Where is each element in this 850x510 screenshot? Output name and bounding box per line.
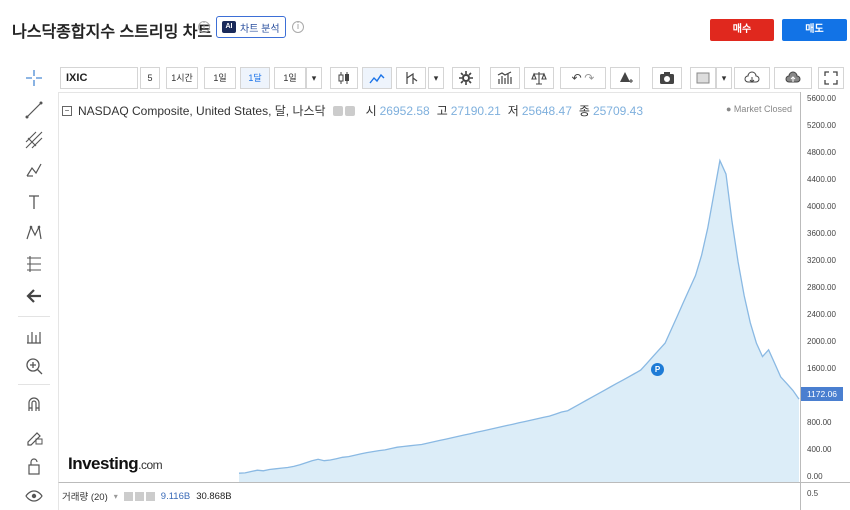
price-axis-tick: 400.00 — [807, 445, 832, 455]
pattern-icon[interactable] — [20, 221, 48, 245]
brush-icon[interactable] — [20, 158, 48, 182]
price-axis-tick: 4400.00 — [807, 174, 836, 184]
legend-tool-icons[interactable] — [332, 105, 355, 116]
camera-icon[interactable] — [652, 67, 682, 89]
price-axis-tick: 5600.00 — [807, 93, 836, 103]
high-value: 27190.21 — [450, 103, 501, 118]
ai-badge: AI — [222, 21, 236, 33]
undo-icon[interactable]: ↶ — [572, 71, 582, 85]
logo-main: Investing — [68, 454, 139, 473]
symbol-input[interactable]: IXIC — [60, 67, 138, 89]
page-title: 나스닥종합지수 스트리밍 차트 — [12, 24, 213, 41]
settings-gear-icon[interactable] — [452, 67, 480, 89]
chart-toolbar: IXIC 5 1시간 1일 1달 1일 ▾ ▾ ↶ ↷ ▾ — [58, 66, 848, 90]
chart-analysis-button[interactable]: AI 차트 분석 — [216, 16, 286, 38]
volume-value-1: 9.116B — [160, 490, 191, 502]
price-area-fill — [239, 160, 799, 483]
undo-redo-group: ↶ ↷ — [560, 67, 606, 89]
chevron-down-icon[interactable]: ▾ — [306, 67, 322, 89]
price-axis[interactable]: 5600.00 5200.00 4800.00 4400.00 4000.00 3600.… — [800, 92, 850, 482]
volume-axis: 0.5 — [800, 482, 850, 510]
indicator-icon[interactable] — [396, 67, 426, 89]
info-icon[interactable]: i — [292, 21, 304, 33]
high-label: 고 — [436, 104, 448, 118]
lock-drawing-icon[interactable] — [20, 424, 48, 448]
close-label: 종 — [578, 104, 590, 118]
collapse-icon[interactable]: − — [62, 105, 72, 116]
buy-button[interactable]: 매수 — [710, 19, 774, 41]
chart-legend: − NASDAQ Composite, United States, 달, 나스… — [62, 102, 643, 119]
cloud-download-icon[interactable] — [734, 67, 770, 89]
price-chart[interactable] — [58, 92, 801, 483]
interval-1h-button[interactable]: 1시간 — [166, 67, 198, 89]
volume-label: 거래량 (20) — [62, 492, 108, 503]
compare-scale-icon[interactable] — [524, 67, 554, 89]
open-value: 26952.58 — [379, 103, 430, 118]
investing-logo: Investing.com — [68, 454, 163, 474]
price-axis-tick: 2400.00 — [807, 310, 836, 320]
pitchfork-icon[interactable] — [20, 128, 48, 152]
price-axis-tick: 4800.00 — [807, 147, 836, 157]
price-axis-tick: 4000.00 — [807, 201, 836, 211]
price-axis-tick: 5200.00 — [807, 120, 836, 130]
chevron-down-icon[interactable]: ▾ — [428, 67, 444, 89]
interval-5-button[interactable]: 5 — [140, 67, 160, 89]
divider — [18, 316, 50, 317]
area-chart-icon[interactable] — [362, 67, 392, 89]
bar-volume-icon[interactable] — [490, 67, 520, 89]
logo-suffix: .com — [138, 458, 163, 472]
fullscreen-icon[interactable] — [818, 67, 844, 89]
back-arrow-icon[interactable] — [20, 284, 48, 308]
zoom-in-icon[interactable] — [20, 354, 48, 378]
drawing-toolbar — [14, 66, 54, 510]
price-axis-tick: 3200.00 — [807, 255, 836, 265]
price-area-chart[interactable] — [59, 93, 801, 483]
price-axis-tick: 800.00 — [807, 418, 832, 428]
chevron-down-icon[interactable]: ▾ — [114, 492, 118, 501]
fibonacci-icon[interactable] — [20, 252, 48, 276]
chart-analysis-label: 차트 분석 — [240, 23, 280, 35]
volume-legend: 거래량 (20) ▾ 9.116B 30.868B — [62, 489, 232, 504]
info-icon[interactable]: i — [198, 21, 210, 33]
trend-line-icon[interactable] — [20, 98, 48, 122]
low-value: 25648.47 — [521, 103, 572, 118]
eye-icon[interactable] — [20, 484, 48, 508]
last-price-label: 1172.06 — [801, 387, 843, 401]
volume-axis-tick: 0.5 — [807, 489, 819, 498]
divider — [18, 384, 50, 385]
open-label: 시 — [365, 104, 377, 118]
interval-1mo-button[interactable]: 1달 — [240, 67, 270, 89]
layout-icon[interactable] — [690, 67, 716, 89]
cloud-upload-icon[interactable] — [774, 67, 812, 89]
interval-select-button[interactable]: 1일 — [274, 67, 306, 89]
candlestick-icon[interactable] — [330, 67, 358, 89]
page-header: 나스닥종합지수 스트리밍 차트 i AI 차트 분석 i 매수 매도 — [0, 0, 850, 56]
market-status: ● Market Closed — [726, 104, 792, 114]
price-axis-tick: 1600.00 — [807, 364, 836, 374]
text-tool-icon[interactable] — [20, 190, 48, 214]
low-label: 저 — [507, 104, 519, 118]
chevron-down-icon[interactable]: ▾ — [716, 67, 732, 89]
volume-tool-icons[interactable] — [123, 491, 155, 501]
alert-add-icon[interactable] — [610, 67, 640, 89]
price-axis-tick: 2800.00 — [807, 283, 836, 292]
redo-icon[interactable]: ↷ — [584, 71, 594, 85]
event-marker[interactable]: P — [651, 363, 664, 376]
price-axis-tick: 0.00 — [807, 472, 823, 482]
measure-icon[interactable] — [20, 324, 48, 348]
price-axis-tick: 2000.00 — [807, 337, 836, 347]
close-value: 25709.43 — [592, 103, 644, 118]
legend-title: NASDAQ Composite, United States, 달, 나스닥 — [78, 104, 326, 118]
sell-button[interactable]: 매도 — [782, 19, 847, 41]
unlock-icon[interactable] — [20, 454, 48, 478]
price-axis-tick: 3600.00 — [807, 228, 836, 238]
interval-1d-button[interactable]: 1일 — [204, 67, 236, 89]
volume-value-2: 30.868B — [196, 490, 232, 502]
magnet-icon[interactable] — [20, 392, 48, 416]
crosshair-icon[interactable] — [20, 66, 48, 90]
